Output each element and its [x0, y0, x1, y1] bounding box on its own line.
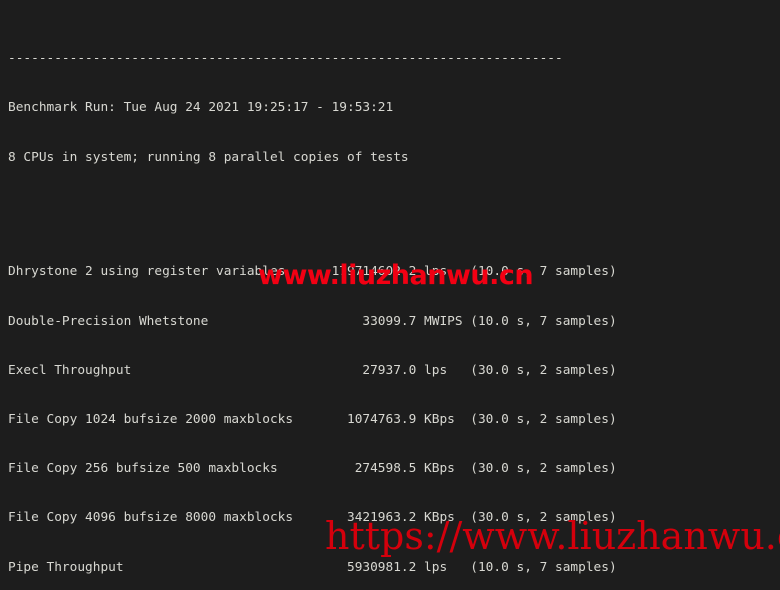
raw-result-row: Double-Precision Whetstone 33099.7 MWIPS…	[8, 313, 617, 329]
raw-result-row: Pipe Throughput 5930981.2 lps (10.0 s, 7…	[8, 559, 617, 575]
terminal-window: ----------------------------------------…	[0, 0, 780, 590]
cpu-count-line: 8 CPUs in system; running 8 parallel cop…	[8, 149, 409, 165]
raw-result-row: File Copy 256 bufsize 500 maxblocks 2745…	[8, 461, 617, 477]
raw-result-row: Dhrystone 2 using register variables 179…	[8, 264, 617, 280]
raw-result-row: File Copy 4096 bufsize 8000 maxblocks 34…	[8, 510, 617, 526]
raw-result-row: File Copy 1024 bufsize 2000 maxblocks 10…	[8, 412, 617, 428]
terminal-output: ----------------------------------------…	[8, 2, 780, 590]
top-rule: ----------------------------------------…	[8, 51, 563, 67]
benchmark-run-line: Benchmark Run: Tue Aug 24 2021 19:25:17 …	[8, 100, 394, 116]
raw-result-row: Execl Throughput 27937.0 lps (30.0 s, 2 …	[8, 362, 617, 378]
